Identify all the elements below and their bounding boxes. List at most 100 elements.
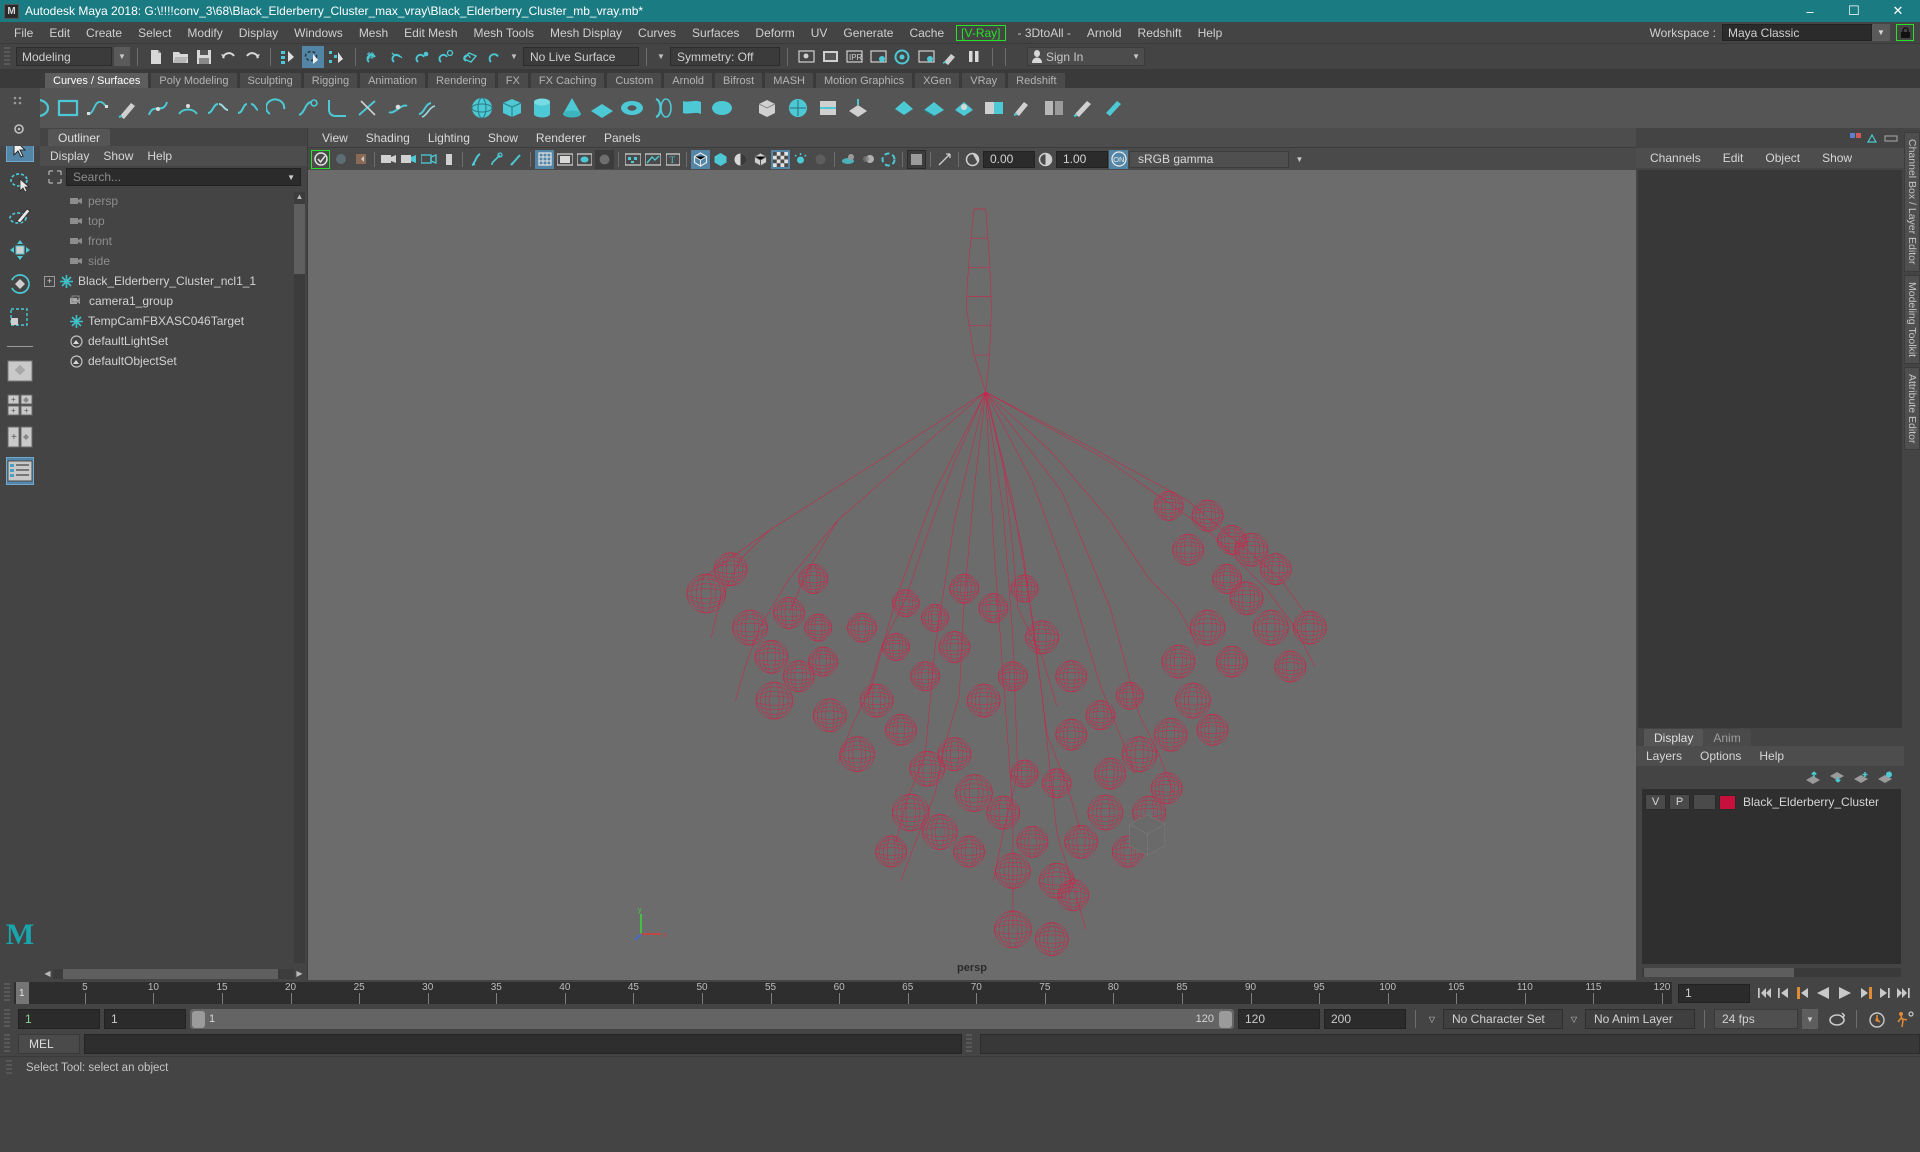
menu-cache[interactable]: Cache — [901, 24, 952, 42]
four-pane-layout-icon[interactable]: +++ — [6, 391, 34, 419]
channelbox-menu-show[interactable]: Show — [1822, 151, 1852, 165]
minimize-button[interactable]: – — [1788, 0, 1832, 22]
film-gate-toggle-icon[interactable] — [507, 150, 526, 169]
maximize-button[interactable]: ☐ — [1832, 0, 1876, 22]
list-item[interactable]: top — [40, 211, 307, 231]
menu-display[interactable]: Display — [231, 24, 286, 42]
viewport-3d[interactable]: y x persp — [308, 170, 1636, 980]
scroll-left-arrow[interactable]: ◀ — [42, 969, 53, 978]
layer-hscroll-thumb[interactable] — [1644, 968, 1794, 977]
snap-grid-icon[interactable] — [363, 46, 385, 68]
menu-create[interactable]: Create — [78, 24, 130, 42]
list-item[interactable]: defaultLightSet — [40, 331, 307, 351]
playback-speed-dropdown-arrow[interactable]: ▼ — [1802, 1009, 1818, 1029]
shelf-tab-arnold[interactable]: Arnold — [663, 72, 713, 88]
rangeslider-grip[interactable] — [4, 1009, 10, 1029]
layer-row[interactable]: V P Black_Elderberry_Cluster — [1642, 792, 1901, 812]
shelf-tab-curves-surfaces[interactable]: Curves / Surfaces — [44, 72, 149, 88]
range-bar[interactable]: 1 120 — [190, 1009, 1234, 1029]
texture-toggle-icon[interactable] — [771, 150, 790, 169]
cmdline-divider-grip[interactable] — [966, 1034, 972, 1054]
anim-layer-dropdown-arrow[interactable]: ▽ — [1567, 1009, 1581, 1029]
outliner-persp-layout-icon[interactable] — [6, 457, 34, 485]
move-layer-down-icon[interactable] — [1829, 771, 1846, 784]
range-left-handle[interactable] — [192, 1011, 205, 1028]
list-item[interactable]: side — [40, 251, 307, 271]
shelf-tab-animation[interactable]: Animation — [359, 72, 426, 88]
symmetry-field[interactable]: Symmetry: Off — [670, 47, 780, 66]
surface-trim-icon[interactable] — [1010, 94, 1038, 122]
shelf-tab-sculpting[interactable]: Sculpting — [239, 72, 302, 88]
list-item[interactable]: + Black_Elderberry_Cluster_ncl1_1 — [40, 271, 307, 291]
close-button[interactable]: ✕ — [1876, 0, 1920, 22]
channelbox-menu-object[interactable]: Object — [1765, 151, 1800, 165]
menu-mesh-tools[interactable]: Mesh Tools — [466, 24, 542, 42]
shelf-tab-bifrost[interactable]: Bifrost — [714, 72, 763, 88]
layer-menu-layers[interactable]: Layers — [1646, 749, 1682, 763]
render-current-icon[interactable] — [795, 46, 817, 68]
menu-modify[interactable]: Modify — [179, 24, 230, 42]
viewport-render-icon[interactable] — [907, 150, 926, 169]
auto-key-icon[interactable] — [1866, 1009, 1888, 1029]
save-scene-icon[interactable] — [193, 46, 215, 68]
render-view-icon[interactable] — [891, 46, 913, 68]
hypershade-icon[interactable] — [867, 46, 889, 68]
image-plane-icon[interactable] — [351, 150, 370, 169]
layer-menu-options[interactable]: Options — [1700, 749, 1741, 763]
ep-curve-icon[interactable] — [84, 94, 112, 122]
select-camera-icon[interactable] — [311, 150, 330, 169]
filter-icon[interactable] — [48, 170, 62, 184]
step-back-keyframe-icon[interactable] — [1775, 983, 1792, 1003]
isolate-select-icon[interactable] — [595, 150, 614, 169]
planar-icon[interactable] — [708, 94, 736, 122]
layer-menu-help[interactable]: Help — [1759, 749, 1784, 763]
viewport-menu-panels[interactable]: Panels — [604, 131, 641, 145]
go-to-end-icon[interactable] — [1895, 983, 1912, 1003]
shelf-tab-custom[interactable]: Custom — [606, 72, 662, 88]
select-hierarchy-icon[interactable] — [278, 46, 300, 68]
layer-playback-toggle[interactable]: P — [1669, 794, 1690, 810]
menu-redshift[interactable]: Redshift — [1130, 24, 1190, 42]
sidetab-modeling-toolkit[interactable]: Modeling Toolkit — [1904, 275, 1920, 364]
range-right-handle[interactable] — [1219, 1011, 1232, 1028]
freeform-fillet-icon[interactable] — [980, 94, 1008, 122]
symmetry-dropdown-arrow[interactable]: ▼ — [654, 47, 668, 66]
menu-arnold[interactable]: Arnold — [1079, 24, 1130, 42]
channelbox-menu-channels[interactable]: Channels — [1650, 151, 1701, 165]
sidetab-channelbox-layereditor[interactable]: Channel Box / Layer Editor — [1904, 132, 1920, 272]
command-input[interactable] — [84, 1034, 962, 1054]
menu-3dtoall[interactable]: - 3DtoAll - — [1010, 24, 1079, 42]
color-management-select[interactable]: sRGB gamma — [1129, 151, 1289, 168]
shelf-tab-rendering[interactable]: Rendering — [427, 72, 496, 88]
hscroll-track[interactable] — [53, 969, 294, 979]
xray-joints-icon[interactable] — [643, 150, 662, 169]
signin-arrow[interactable]: ▼ — [1132, 52, 1140, 61]
list-item[interactable]: camera1_group — [40, 291, 307, 311]
current-frame-field[interactable]: 1 — [1678, 984, 1750, 1003]
search-dropdown-arrow[interactable]: ▼ — [287, 173, 295, 182]
surface-untrim-icon[interactable] — [1040, 94, 1068, 122]
range-start-field[interactable]: 1 — [104, 1009, 186, 1029]
select-component-icon[interactable] — [326, 46, 348, 68]
shelf-tab-mash[interactable]: MASH — [764, 72, 814, 88]
outliner-menu-help[interactable]: Help — [147, 149, 172, 163]
snap-construction-icon[interactable] — [483, 46, 505, 68]
character-set-dropdown-arrow[interactable]: ▽ — [1425, 1009, 1439, 1029]
gamma-field[interactable]: 1.00 — [1056, 151, 1108, 168]
loft-icon[interactable] — [678, 94, 706, 122]
layer-display-mode-toggle[interactable] — [1693, 794, 1716, 810]
exposure-field[interactable]: 0.00 — [983, 151, 1035, 168]
list-item[interactable]: front — [40, 231, 307, 251]
new-layer-from-selected-icon[interactable] — [1877, 771, 1894, 784]
text-toggle-icon[interactable]: T — [663, 150, 682, 169]
shadows-icon[interactable] — [535, 150, 554, 169]
tab-outliner[interactable]: Outliner — [48, 129, 110, 146]
curve-detach-icon[interactable] — [234, 94, 262, 122]
rotate-tool-icon[interactable] — [6, 270, 34, 298]
break-tearoff-icon[interactable] — [419, 150, 438, 169]
channelbox-icon-3[interactable] — [1884, 133, 1898, 144]
menu-file[interactable]: File — [6, 24, 41, 42]
clear-render-icon[interactable] — [939, 46, 961, 68]
bookmark-icon[interactable] — [331, 150, 350, 169]
shelf-tab-vray[interactable]: VRay — [961, 72, 1006, 88]
